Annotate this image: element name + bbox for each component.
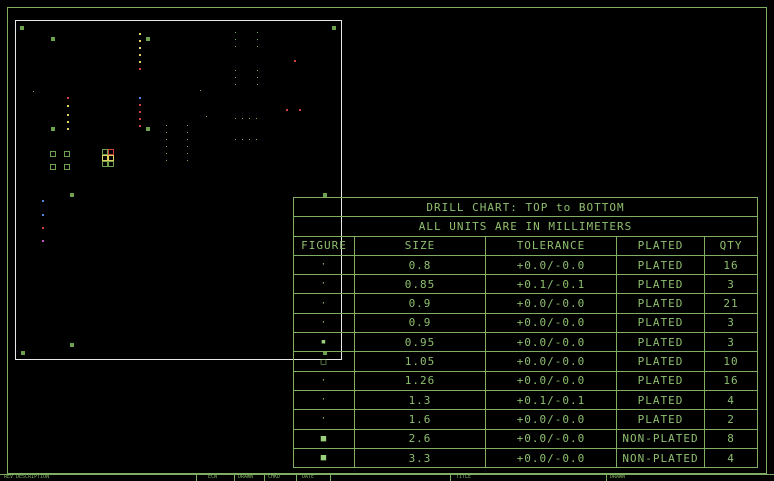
drill-chart-subtitle: ALL UNITS ARE IN MILLIMETERS: [292, 216, 759, 237]
header-plated: PLATED: [616, 235, 705, 256]
header-size: SIZE: [354, 235, 486, 256]
drill-row-plated-status: PLATED: [616, 332, 705, 353]
header-tolerance: TOLERANCE: [485, 235, 617, 256]
title-block-drawn: DRAWN: [238, 474, 254, 480]
drill-chart-subtitle-row: ALL UNITS ARE IN MILLIMETERS: [292, 216, 759, 237]
drill-chart-row: · 1.6 +0.0/-0.0 PLATED 2: [293, 409, 759, 430]
title-block-drawn-by: DRAWN: [610, 474, 626, 480]
drill-row-figure: ·: [293, 312, 355, 334]
drill-row-quantity: 16: [703, 370, 759, 391]
drill-row-tolerance: +0.0/-0.0: [485, 332, 617, 353]
title-block-date: DATE: [302, 474, 315, 480]
drill-chart-row: ■ 3.3 +0.0/-0.0 NON-PLATED 4: [293, 447, 759, 469]
drill-row-quantity: 4: [703, 447, 759, 469]
header-figure: FIGURE: [293, 235, 355, 256]
drill-row-quantity: 10: [703, 351, 759, 372]
drill-row-quantity: 3: [703, 332, 759, 353]
drill-row-size: 0.85: [354, 274, 486, 295]
drill-row-tolerance: +0.1/-0.1: [485, 389, 617, 411]
drill-row-plated-status: PLATED: [616, 254, 705, 276]
drill-row-figure: ·: [293, 274, 355, 295]
drill-row-quantity: 2: [703, 409, 759, 430]
drill-row-size: 1.26: [354, 370, 486, 391]
drill-row-tolerance: +0.0/-0.0: [485, 428, 617, 449]
drill-row-quantity: 21: [703, 293, 759, 314]
drill-chart-row: · 0.85 +0.1/-0.1 PLATED 3: [293, 274, 759, 295]
title-block-divider: [606, 475, 607, 481]
drill-row-quantity: 3: [703, 312, 759, 334]
drill-row-tolerance: +0.1/-0.1: [485, 274, 617, 295]
title-block-rev-description: REV DESCRIPTION: [4, 474, 50, 480]
drill-chart-row: · 0.9 +0.0/-0.0 PLATED 21: [293, 293, 759, 314]
title-block-divider: [330, 475, 331, 481]
drill-row-plated-status: PLATED: [616, 351, 705, 372]
drill-row-figure: ·: [293, 370, 355, 391]
title-block-divider: [296, 475, 297, 481]
drill-chart-row: ▪ 0.95 +0.0/-0.0 PLATED 3: [293, 332, 759, 353]
title-block-chkd: CHKD: [268, 474, 281, 480]
drill-row-size: 1.05: [354, 351, 486, 372]
drill-row-figure: ·: [293, 409, 355, 430]
drill-row-tolerance: +0.0/-0.0: [485, 370, 617, 391]
drill-row-size: 0.9: [354, 312, 486, 334]
drill-chart-row: ■ 2.6 +0.0/-0.0 NON-PLATED 8: [293, 428, 759, 449]
drill-row-size: 0.8: [354, 254, 486, 276]
drill-row-plated-status: PLATED: [616, 409, 705, 430]
drill-row-tolerance: +0.0/-0.0: [485, 447, 617, 469]
drill-chart-row: □ 1.05 +0.0/-0.0 PLATED 10: [293, 351, 759, 372]
header-qty: QTY: [703, 235, 759, 256]
drill-row-quantity: 3: [703, 274, 759, 295]
drill-row-quantity: 4: [703, 389, 759, 411]
drill-chart-row: · 1.3 +0.1/-0.1 PLATED 4: [293, 389, 759, 411]
drill-chart-title-row: DRILL CHART: TOP to BOTTOM: [292, 196, 759, 218]
drill-chart-row: · 0.8 +0.0/-0.0 PLATED 16: [293, 254, 759, 276]
drill-row-plated-status: PLATED: [616, 312, 705, 334]
drill-row-figure: □: [293, 351, 355, 372]
drill-row-tolerance: +0.0/-0.0: [485, 293, 617, 314]
drill-row-plated-status: NON-PLATED: [616, 447, 705, 469]
title-block-title: TITLE: [456, 474, 472, 480]
drill-row-figure: ■: [293, 428, 355, 449]
title-block-divider: [264, 475, 265, 481]
drill-chart-row: · 1.26 +0.0/-0.0 PLATED 16: [293, 370, 759, 391]
drill-row-size: 0.95: [354, 332, 486, 353]
mounting-pads: [20, 26, 336, 355]
title-block-divider: [450, 475, 451, 481]
drill-row-quantity: 16: [703, 254, 759, 276]
drill-row-figure: ■: [293, 447, 355, 469]
drill-row-figure: ▪: [293, 332, 355, 353]
drill-row-plated-status: PLATED: [616, 370, 705, 391]
drill-chart-header-row: FIGURE SIZE TOLERANCE PLATED QTY: [293, 235, 759, 256]
title-block-ecn: ECN: [208, 474, 218, 480]
title-block-divider: [196, 475, 197, 481]
drill-row-tolerance: +0.0/-0.0: [485, 254, 617, 276]
drill-row-figure: ·: [293, 254, 355, 276]
component-pads: [50, 149, 114, 170]
drill-hits: [33, 32, 301, 242]
drill-row-tolerance: +0.0/-0.0: [485, 409, 617, 430]
drill-chart-row: · 0.9 +0.0/-0.0 PLATED 3: [293, 312, 759, 334]
drill-row-figure: ·: [293, 389, 355, 411]
drill-row-size: 1.6: [354, 409, 486, 430]
drill-row-plated-status: PLATED: [616, 274, 705, 295]
drill-chart-title: DRILL CHART: TOP to BOTTOM: [292, 196, 759, 218]
drill-row-tolerance: +0.0/-0.0: [485, 351, 617, 372]
drill-row-plated-status: NON-PLATED: [616, 428, 705, 449]
drill-chart-rows: · 0.8 +0.0/-0.0 PLATED 16 · 0.85 +0.1/-0.1 PLATE…: [293, 254, 759, 469]
drill-row-tolerance: +0.0/-0.0: [485, 312, 617, 334]
drill-row-size: 3.3: [354, 447, 486, 469]
drill-row-plated-status: PLATED: [616, 389, 705, 411]
drill-row-plated-status: PLATED: [616, 293, 705, 314]
drill-chart-table: DRILL CHART: TOP to BOTTOM ALL UNITS ARE…: [292, 196, 759, 469]
drill-row-figure: ·: [293, 293, 355, 314]
title-block-divider: [234, 475, 235, 481]
drill-row-size: 2.6: [354, 428, 486, 449]
drill-row-size: 0.9: [354, 293, 486, 314]
drill-row-size: 1.3: [354, 389, 486, 411]
drill-row-quantity: 8: [703, 428, 759, 449]
